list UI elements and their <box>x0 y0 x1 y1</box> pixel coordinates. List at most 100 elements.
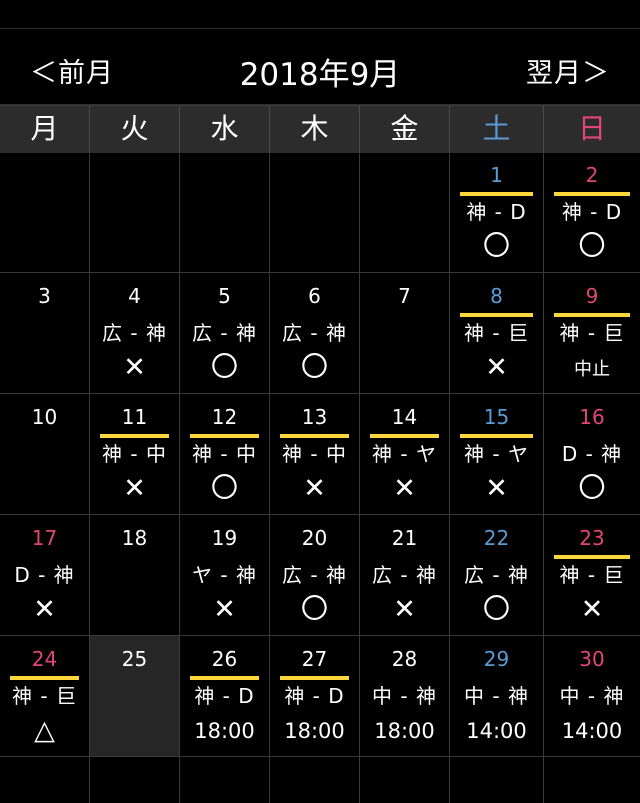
matchup-label: 神 - 巨 <box>559 563 625 587</box>
day-number: 25 <box>121 647 148 671</box>
calendar-day-cell[interactable]: 23 神 - 巨 ✕ <box>544 515 640 636</box>
day-number: 19 <box>211 526 238 550</box>
day-number: 21 <box>391 526 418 550</box>
calendar-day-cell[interactable]: 24 神 - 巨 △ <box>0 636 90 757</box>
calendar-day-cell <box>0 757 90 803</box>
matchup-label: 広 - 神 <box>192 321 257 345</box>
calendar-day-cell[interactable]: 2 神 - D 〇 <box>544 152 640 273</box>
calendar-day-cell[interactable]: 20 広 - 神〇 <box>270 515 360 636</box>
calendar-week-row: 24 神 - 巨 △ 25 26 神 - D 18:00 27 神 - D 18:00 28 中 - … <box>0 636 640 757</box>
calendar-day-cell[interactable]: 3 <box>0 273 90 394</box>
calendar-day-cell[interactable]: 1 神 - D 〇 <box>450 152 544 273</box>
calendar-day-cell[interactable]: 5 広 - 神〇 <box>180 273 270 394</box>
calendar-day-cell[interactable]: 18 <box>90 515 180 636</box>
day-number: 28 <box>391 647 418 671</box>
game-time: 18:00 <box>374 719 435 743</box>
game-result: 〇 <box>211 352 238 383</box>
game-result: 〇 <box>301 352 328 383</box>
matchup-label: 神 - ヤ <box>372 442 437 466</box>
home-game-bar <box>10 676 79 680</box>
day-number: 30 <box>579 647 605 671</box>
matchup-label: D - 神 <box>561 442 623 466</box>
calendar-day-cell[interactable]: 8 神 - 巨 ✕ <box>450 273 544 394</box>
calendar-day-cell[interactable]: 27 神 - D 18:00 <box>270 636 360 757</box>
day-number: 24 <box>31 647 58 671</box>
home-game-bar <box>460 434 533 438</box>
day-number: 6 <box>308 284 321 308</box>
matchup-label: 神 - D <box>561 200 623 224</box>
calendar-day-cell[interactable]: 29 中 - 神 14:00 <box>450 636 544 757</box>
day-number: 17 <box>31 526 58 550</box>
game-result: ✕ <box>485 473 508 504</box>
game-result: 〇 <box>301 594 328 625</box>
day-number: 9 <box>585 284 599 308</box>
weekday-label: 木 <box>270 106 360 153</box>
month-navigation-bar: ＜前月 2018年9月 翌月＞ <box>0 29 640 105</box>
calendar-day-cell[interactable]: 4 広 - 神 ✕ <box>90 273 180 394</box>
day-number: 1 <box>490 163 503 187</box>
calendar-day-cell <box>90 757 180 803</box>
day-number: 15 <box>483 405 510 429</box>
game-result: ✕ <box>393 594 416 625</box>
calendar-day-cell[interactable]: 22 広 - 神〇 <box>450 515 544 636</box>
day-number: 5 <box>218 284 231 308</box>
day-number: 27 <box>301 647 328 671</box>
matchup-label: 広 - 神 <box>282 321 347 345</box>
calendar-day-cell[interactable]: 16 D - 神〇 <box>544 394 640 515</box>
matchup-label: 神 - D <box>284 684 345 708</box>
calendar-day-cell[interactable]: 21 広 - 神 ✕ <box>360 515 450 636</box>
weekday-label: 金 <box>360 106 450 153</box>
game-result: 〇 <box>483 231 510 262</box>
game-result: 〇 <box>483 594 510 625</box>
game-result: ✕ <box>393 473 416 504</box>
calendar-day-cell[interactable]: 6 広 - 神〇 <box>270 273 360 394</box>
calendar-day-cell[interactable]: 25 <box>90 636 180 757</box>
matchup-label: 広 - 神 <box>102 321 167 345</box>
day-number: 10 <box>31 405 58 429</box>
day-number: 16 <box>579 405 605 429</box>
game-result: ✕ <box>213 594 236 625</box>
calendar-day-cell[interactable]: 30 中 - 神 14:00 <box>544 636 640 757</box>
calendar-week-row: 3 4 広 - 神 ✕ 5 広 - 神〇 6 広 - 神〇 7 8 神 - 巨 ✕ 9 神 - 巨中止 <box>0 273 640 394</box>
game-result: ✕ <box>485 352 508 383</box>
calendar-day-cell <box>180 152 270 273</box>
matchup-label: 神 - 中 <box>282 442 347 466</box>
calendar-day-cell[interactable]: 7 <box>360 273 450 394</box>
matchup-label: 神 - 中 <box>102 442 167 466</box>
calendar-day-cell[interactable]: 14 神 - ヤ ✕ <box>360 394 450 515</box>
next-month-button[interactable]: 翌月＞ <box>526 51 610 90</box>
matchup-label: 広 - 神 <box>372 563 437 587</box>
calendar-week-row <box>0 757 640 803</box>
calendar-day-cell[interactable]: 12 神 - 中〇 <box>180 394 270 515</box>
home-game-bar <box>554 192 630 196</box>
calendar-day-cell <box>0 152 90 273</box>
day-number: 23 <box>579 526 605 550</box>
calendar-day-cell[interactable]: 10 <box>0 394 90 515</box>
game-result: 〇 <box>211 473 238 504</box>
calendar-day-cell <box>270 757 360 803</box>
calendar-day-cell[interactable]: 13 神 - 中 ✕ <box>270 394 360 515</box>
calendar-day-cell[interactable]: 15 神 - ヤ ✕ <box>450 394 544 515</box>
calendar-day-cell[interactable]: 11 神 - 中 ✕ <box>90 394 180 515</box>
weekday-label: 火 <box>90 106 180 153</box>
game-time: 14:00 <box>466 719 527 743</box>
home-game-bar <box>554 313 630 317</box>
game-result: ✕ <box>33 594 56 625</box>
calendar-day-cell[interactable]: 28 中 - 神 18:00 <box>360 636 450 757</box>
day-number: 29 <box>483 647 510 671</box>
weekday-label: 土 <box>450 106 544 153</box>
day-number: 14 <box>391 405 418 429</box>
matchup-label: 神 - ヤ <box>464 442 529 466</box>
day-number: 7 <box>398 284 411 308</box>
calendar-day-cell[interactable]: 9 神 - 巨中止 <box>544 273 640 394</box>
weekday-label: 日 <box>577 112 606 145</box>
calendar-day-cell[interactable]: 26 神 - D 18:00 <box>180 636 270 757</box>
calendar-day-cell[interactable]: 19 ヤ - 神 ✕ <box>180 515 270 636</box>
day-number: 18 <box>121 526 148 550</box>
calendar-day-cell[interactable]: 17 D - 神 ✕ <box>0 515 90 636</box>
home-game-bar <box>190 434 259 438</box>
day-number: 12 <box>211 405 238 429</box>
weekday-header: 月火水木金土日 <box>0 105 640 153</box>
calendar-day-cell <box>180 757 270 803</box>
calendar-day-cell <box>360 757 450 803</box>
